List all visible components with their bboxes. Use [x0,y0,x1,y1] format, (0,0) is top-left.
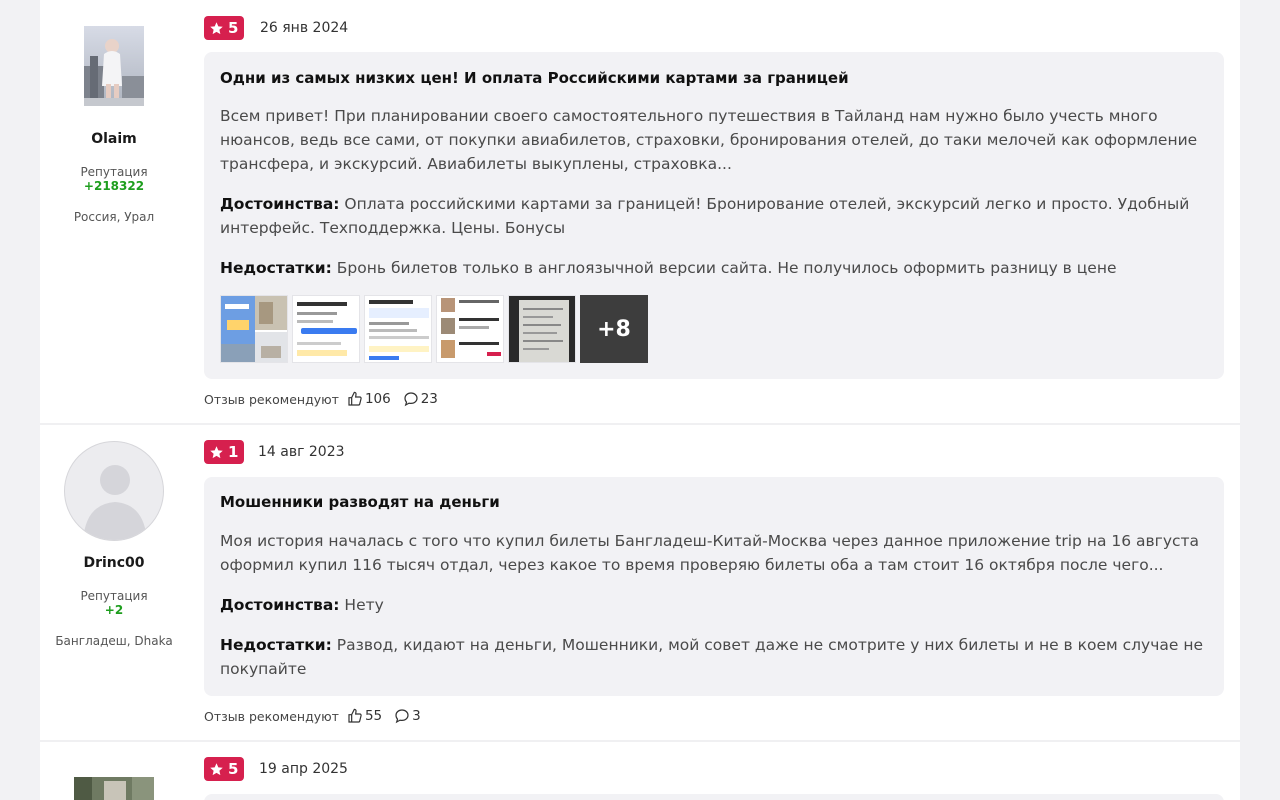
photo-thumbnail[interactable] [220,295,288,363]
review-body [204,794,1224,800]
more-photos-button[interactable]: +8 [580,295,648,363]
username[interactable]: Olaim [40,131,188,147]
photo-thumbnail[interactable] [292,295,360,363]
cons-text: Развод, кидают на деньги, Мошенники, мой… [220,636,1203,678]
review-title[interactable]: Одни из самых низких цен! И оплата Росси… [220,69,849,87]
review-footer: Отзыв рекомендуют 106 23 [204,391,438,407]
username[interactable]: Drinc00 [40,555,188,571]
review-divider [40,423,1240,425]
comments-count: 3 [412,708,421,724]
review-pros: Достоинства: Нету [220,593,1210,617]
photo-thumbnail[interactable] [436,295,504,363]
comment-icon [395,709,409,724]
review-text: Моя история началась с того что купил би… [220,532,1200,574]
rating-value: 1 [228,443,239,461]
pros-text: Нету [344,596,384,614]
star-icon [210,21,223,34]
star-icon [210,445,223,458]
comments-count: 23 [420,391,438,407]
reputation-label: Репутация [80,165,148,179]
thumbs-up-icon [348,391,362,406]
review-pros: Достоинства: Оплата российскими картами … [220,192,1210,240]
cons-text: Бронь билетов только в англоязычной верс… [336,259,1117,277]
review-date: 14 авг 2023 [258,444,345,460]
star-icon [210,762,223,775]
likes-count: 106 [364,391,391,407]
avatar[interactable] [84,26,144,106]
avatar[interactable] [74,777,154,800]
pros-label: Достоинства: [220,596,340,614]
review-date: 26 янв 2024 [260,20,349,36]
comment-icon [404,392,418,407]
review-footer: Отзыв рекомендуют 55 3 [204,708,421,724]
avatar[interactable] [64,441,164,541]
rating-value: 5 [228,760,239,778]
user-location: Бангладеш, Dhaka [55,634,173,648]
photo-thumbnail[interactable] [364,295,432,363]
rating-badge: 5 [204,757,245,781]
review-title[interactable]: Мошенники разводят на деньги [220,493,500,511]
like-button[interactable]: 55 [347,708,382,724]
review-cons: Недостатки: Развод, кидают на деньги, Мо… [220,633,1210,681]
likes-count: 55 [364,708,383,724]
photo-thumbnail[interactable] [508,295,576,363]
comments-button[interactable]: 3 [394,708,421,724]
review-divider [40,740,1240,742]
pros-text: Оплата российскими картами за границей! … [220,195,1190,237]
thumbs-up-icon [348,708,362,723]
review-text: Всем привет! При планировании своего сам… [220,107,1198,173]
reputation-value: +2 [104,603,124,617]
rating-value: 5 [228,19,239,37]
review-date: 19 апр 2025 [259,761,348,777]
user-location: Россия, Урал [73,210,155,224]
rating-badge: 5 [204,16,245,40]
cons-label: Недостатки: [220,636,332,654]
like-button[interactable]: 106 [347,391,391,407]
reputation-label: Репутация [80,589,148,603]
recommend-label: Отзыв рекомендуют [204,391,339,407]
recommend-label: Отзыв рекомендуют [204,708,339,724]
pros-label: Достоинства: [220,195,340,213]
cons-label: Недостатки: [220,259,332,277]
rating-badge: 1 [204,440,245,464]
review-cons: Недостатки: Бронь билетов только в англо… [220,256,1210,280]
reputation-value: +218322 [83,179,145,193]
comments-button[interactable]: 23 [403,391,438,407]
